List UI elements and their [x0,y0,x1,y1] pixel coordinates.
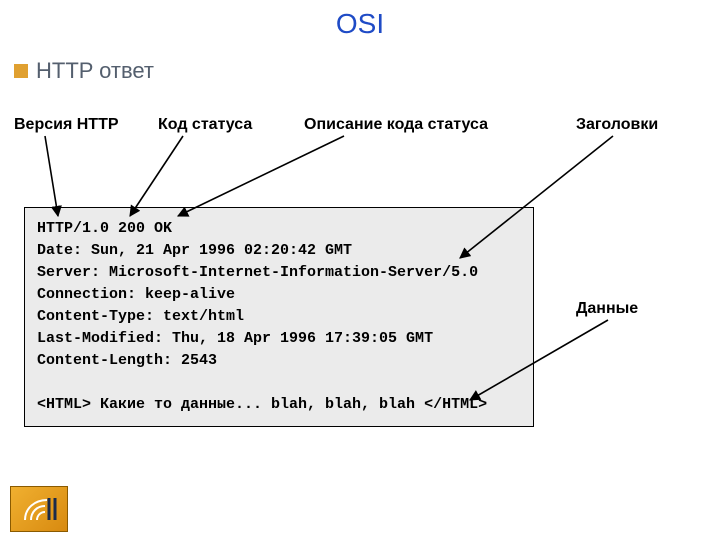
page-title: OSI [0,8,720,40]
header-line: Server: Microsoft-Internet-Information-S… [37,264,478,281]
label-status-desc: Описание кода статуса [304,116,488,134]
http-response-box: HTTP/1.0 200 OK Date: Sun, 21 Apr 1996 0… [24,207,534,427]
section-title: HTTP ответ [36,58,154,84]
label-data: Данные [576,300,638,318]
arrow-status-code [130,136,183,216]
header-line: Date: Sun, 21 Apr 1996 02:20:42 GMT [37,242,352,259]
status-line: HTTP/1.0 200 OK [37,220,172,237]
header-line: Last-Modified: Thu, 18 Apr 1996 17:39:05… [37,330,433,347]
arrow-http-version [45,136,58,216]
label-http-version: Версия HTTP [14,116,119,134]
bullet-icon [14,64,28,78]
header-line: Content-Length: 2543 [37,352,217,369]
section-header: HTTP ответ [14,58,154,84]
arrow-status-desc [178,136,344,216]
label-headers: Заголовки [576,116,658,134]
logo-icon [10,486,68,532]
label-status-code: Код статуса [158,116,252,134]
header-line: Content-Type: text/html [37,308,244,325]
body-line: <HTML> Какие то данные... blah, blah, bl… [37,396,487,413]
header-line: Connection: keep-alive [37,286,235,303]
